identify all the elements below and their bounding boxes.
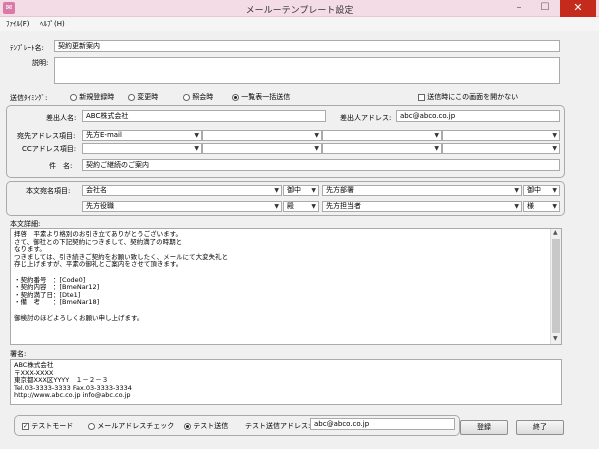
- close-button[interactable]: ✕: [560, 0, 596, 17]
- test-mode-option[interactable]: ✓ テストモード: [22, 421, 73, 431]
- timing-option-inquiry[interactable]: 照会時: [183, 92, 213, 102]
- cc-address-select-1[interactable]: ▼: [82, 143, 202, 154]
- scroll-down-icon[interactable]: ▼: [553, 335, 558, 342]
- timing-label: 送信ﾀｲﾐﾝｸﾞ:: [10, 94, 48, 102]
- no-screen-checkbox[interactable]: [418, 93, 425, 101]
- body-textarea[interactable]: 拝啓 平素より格別のお引き立てありがとうございます。 さて、御社との下記契約につ…: [10, 228, 562, 345]
- cc-address-select-3[interactable]: ▼: [322, 143, 442, 154]
- menu-bar: ﾌｧｲﾙ(F) ﾍﾙﾌﾟ(H): [0, 17, 599, 31]
- radio-test-send[interactable]: [184, 422, 191, 430]
- radio-batch[interactable]: [232, 93, 239, 101]
- register-button[interactable]: 登録: [460, 420, 508, 435]
- test-send-option[interactable]: テスト送信: [184, 421, 228, 431]
- addr-select-company[interactable]: 会社名 ▼: [82, 185, 282, 196]
- sender-address-input[interactable]: abc@abco.co.jp: [396, 110, 560, 122]
- cc-address-select-2[interactable]: ▼: [202, 143, 322, 154]
- test-mode-checkbox[interactable]: ✓: [22, 422, 29, 430]
- subject-input[interactable]: 契約ご継続のご案内: [82, 159, 560, 171]
- to-address-select-3[interactable]: ▼: [322, 130, 442, 141]
- test-address-label: テスト送信アドレス:: [245, 422, 311, 430]
- cc-address-select-4[interactable]: ▼: [442, 143, 560, 154]
- description-input[interactable]: [54, 57, 560, 84]
- to-address-label: 宛先アドレス項目:: [17, 132, 76, 140]
- check-address-option[interactable]: メールアドレスチェック: [88, 421, 174, 431]
- template-name-label: ﾃﾝﾌﾟﾚｰﾄ名:: [10, 44, 44, 52]
- sender-address-label: 差出人アドレス:: [340, 114, 392, 122]
- sender-name-input[interactable]: ABC株式会社: [82, 110, 326, 122]
- addr-suffix-4[interactable]: 様 ▼: [523, 201, 560, 212]
- radio-inquiry[interactable]: [183, 93, 190, 101]
- radio-check-address[interactable]: [88, 422, 95, 430]
- subject-label: 件 名:: [49, 162, 73, 170]
- addr-select-title[interactable]: 先方役職 ▼: [82, 201, 282, 212]
- template-name-input[interactable]: 契約更新案内: [54, 40, 560, 52]
- to-address-select-1[interactable]: 先方E-mail ▼: [82, 130, 202, 141]
- menu-help[interactable]: ﾍﾙﾌﾟ(H): [40, 19, 65, 29]
- to-address-select-2[interactable]: ▼: [202, 130, 322, 141]
- addr-suffix-3[interactable]: 殿 ▼: [283, 201, 319, 212]
- addr-suffix-2[interactable]: 御中 ▼: [523, 185, 560, 196]
- cc-address-label: CCアドレス項目:: [22, 145, 77, 153]
- minimize-button[interactable]: –: [506, 0, 532, 17]
- close-dialog-button[interactable]: 終了: [516, 420, 564, 435]
- addr-suffix-1[interactable]: 御中 ▼: [283, 185, 319, 196]
- sender-name-label: 差出人名:: [46, 114, 77, 122]
- title-bar: ✉ メールーテンプレート設定 – ☐ ✕: [0, 0, 599, 17]
- signature-label: 署名:: [10, 350, 27, 358]
- address-block-label: 本文宛名項目:: [26, 187, 71, 195]
- description-label: 説明:: [32, 59, 49, 67]
- timing-option-new[interactable]: 新規登録時: [70, 92, 114, 102]
- maximize-button[interactable]: ☐: [532, 0, 558, 17]
- to-address-select-4[interactable]: ▼: [442, 130, 560, 141]
- signature-textarea[interactable]: ABC株式会社 〒XXX-XXXX 東京都XXX区YYYY １－２－３ Tel.…: [10, 359, 562, 405]
- radio-new[interactable]: [70, 93, 77, 101]
- timing-option-batch[interactable]: 一覧表一括送信: [232, 92, 290, 102]
- addr-select-dept[interactable]: 先方部署 ▼: [322, 185, 522, 196]
- scroll-up-icon[interactable]: ▲: [553, 229, 558, 236]
- no-screen-option[interactable]: 送信時にこの画面を開かない: [418, 92, 518, 102]
- addr-select-person[interactable]: 先方担当者 ▼: [322, 201, 522, 212]
- radio-change[interactable]: [128, 93, 135, 101]
- scroll-thumb[interactable]: [552, 239, 560, 333]
- body-scrollbar[interactable]: ▲ ▼: [550, 229, 561, 344]
- test-address-input[interactable]: abc@abco.co.jp: [310, 418, 455, 430]
- timing-option-change[interactable]: 変更時: [128, 92, 158, 102]
- menu-file[interactable]: ﾌｧｲﾙ(F): [6, 19, 30, 29]
